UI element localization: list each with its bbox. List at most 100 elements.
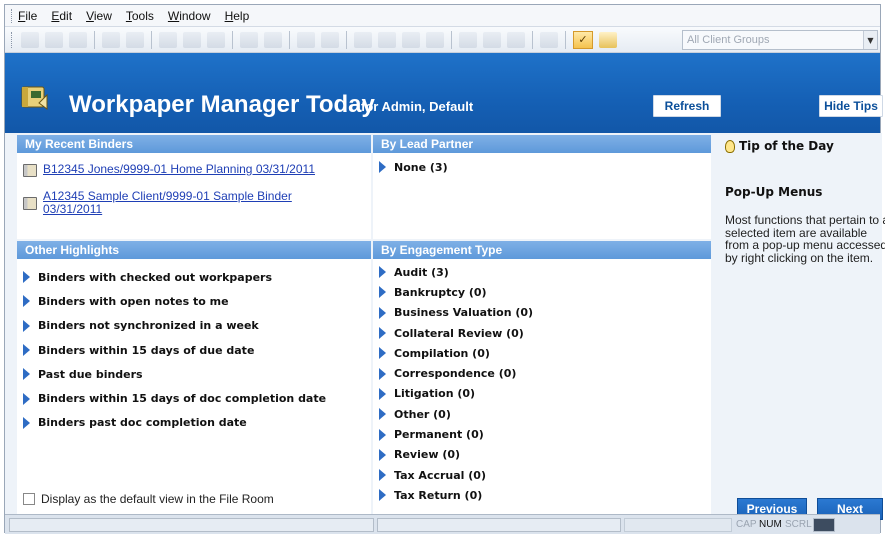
highlight-label[interactable]: Binders within 15 days of due date (38, 344, 254, 357)
highlight-item[interactable]: Binders not synchronized in a week (23, 314, 326, 338)
hide-tips-button[interactable]: Hide Tips (819, 95, 883, 117)
scroll-lock-indicator: SCRL (785, 519, 812, 530)
engagement-label[interactable]: Permanent (0) (394, 428, 484, 441)
engagement-item[interactable]: Bankruptcy (0) (379, 282, 533, 302)
menu-grip (11, 8, 14, 23)
engagement-item[interactable]: Review (0) (379, 445, 533, 465)
settings-icon[interactable] (402, 31, 420, 48)
engagement-item[interactable]: Tax Return (0) (379, 485, 533, 505)
paste-icon[interactable] (207, 31, 225, 48)
open-icon[interactable] (45, 31, 63, 48)
engagement-label[interactable]: Tax Accrual (0) (394, 469, 486, 482)
engagement-label[interactable]: Tax Return (0) (394, 489, 482, 502)
page-icon[interactable] (321, 31, 339, 48)
recent-binder-item[interactable]: A12345 Sample Client/9999-01 Sample Bind… (23, 190, 343, 216)
cut-icon[interactable] (159, 31, 177, 48)
highlight-item[interactable]: Binders within 15 days of due date (23, 338, 326, 362)
print-icon[interactable] (69, 31, 87, 48)
engagement-item[interactable]: Collateral Review (0) (379, 323, 533, 343)
triangle-right-icon (23, 344, 30, 357)
engagement-label[interactable]: Correspondence (0) (394, 367, 516, 380)
recent-binder-link[interactable]: B12345 Jones/9999-01 Home Planning 03/31… (43, 163, 315, 176)
highlight-item[interactable]: Binders within 15 days of doc completion… (23, 386, 326, 410)
client-group-select[interactable]: All Client Groups ▼ (682, 30, 878, 50)
engagement-label[interactable]: Compilation (0) (394, 347, 490, 360)
num-lock-indicator: NUM (759, 519, 782, 530)
triangle-right-icon (379, 161, 386, 173)
engagement-item[interactable]: Correspondence (0) (379, 363, 533, 383)
menu-edit[interactable]: Edit (51, 9, 72, 23)
export-icon[interactable] (540, 31, 558, 48)
highlight-item[interactable]: Binders with open notes to me (23, 289, 326, 313)
triangle-right-icon (379, 408, 386, 421)
menu-file[interactable]: File (18, 9, 37, 23)
binder-icon[interactable] (264, 31, 282, 48)
active-binder-icon[interactable]: ✓ (573, 30, 593, 49)
engagement-label[interactable]: Bankruptcy (0) (394, 286, 487, 299)
engagement-label[interactable]: Litigation (0) (394, 387, 475, 400)
lead-partner-item[interactable]: None (3) (379, 157, 448, 177)
engagement-item[interactable]: Audit (3) (379, 262, 533, 282)
menu-tools[interactable]: Tools (126, 9, 154, 23)
default-view-checkbox[interactable] (23, 493, 35, 505)
tip-heading: Pop-Up Menus (725, 185, 823, 199)
engagement-label[interactable]: Business Valuation (0) (394, 306, 533, 319)
highlight-item[interactable]: Binders past doc completion date (23, 411, 326, 435)
highlight-item[interactable]: Binders with checked out workpapers (23, 265, 326, 289)
filter-icon[interactable] (426, 31, 444, 48)
menu-window[interactable]: Window (168, 9, 211, 23)
triangle-right-icon (379, 489, 386, 502)
notes-icon[interactable] (599, 31, 617, 48)
engagement-item[interactable]: Compilation (0) (379, 343, 533, 363)
recent-binder-item[interactable]: B12345 Jones/9999-01 Home Planning 03/31… (23, 163, 315, 177)
tip-of-the-day-pane: Tip of the Day Pop-Up Menus Most functio… (721, 133, 885, 520)
engagement-label[interactable]: Other (0) (394, 408, 451, 421)
menu-help[interactable]: Help (225, 9, 250, 23)
toolbar-separator (94, 30, 95, 49)
lead-partner-header: By Lead Partner (373, 135, 711, 153)
highlight-label[interactable]: Binders within 15 days of doc completion… (38, 392, 326, 405)
lightbulb-icon (725, 139, 735, 153)
refresh-icon[interactable] (378, 31, 396, 48)
engagement-item[interactable]: Business Valuation (0) (379, 303, 533, 323)
triangle-right-icon (23, 368, 30, 381)
caps-lock-indicator: CAP (736, 519, 757, 530)
toolbar-grip (11, 31, 14, 48)
checkin-icon[interactable] (507, 31, 525, 48)
new-icon[interactable] (21, 31, 39, 48)
engagement-type-panel: Audit (3) Bankruptcy (0) Business Valuat… (373, 259, 711, 514)
engagement-label[interactable]: Audit (3) (394, 266, 449, 279)
engagement-item[interactable]: Permanent (0) (379, 424, 533, 444)
copy-icon[interactable] (183, 31, 201, 48)
edit-icon[interactable] (102, 31, 120, 48)
undo-icon[interactable] (126, 31, 144, 48)
highlight-label[interactable]: Binders with checked out workpapers (38, 271, 272, 284)
recent-binder-link[interactable]: A12345 Sample Client/9999-01 Sample Bind… (43, 190, 333, 216)
default-view-option[interactable]: Display as the default view in the File … (23, 492, 274, 506)
toolbar-separator (451, 30, 452, 49)
chevron-down-icon[interactable]: ▼ (863, 31, 877, 49)
tip-title-label: Tip of the Day (739, 139, 834, 153)
triangle-right-icon (379, 306, 386, 319)
highlight-label[interactable]: Binders with open notes to me (38, 295, 229, 308)
refresh-button[interactable]: Refresh (653, 95, 721, 117)
highlight-label[interactable]: Binders past doc completion date (38, 416, 247, 429)
engagement-item[interactable]: Other (0) (379, 404, 533, 424)
network-status-icon (813, 518, 835, 532)
document-icon[interactable] (297, 31, 315, 48)
checkout-icon[interactable] (459, 31, 477, 48)
sync-icon[interactable] (354, 31, 372, 48)
menu-view[interactable]: View (86, 9, 112, 23)
lead-partner-label[interactable]: None (3) (394, 161, 448, 174)
engagement-item[interactable]: Tax Accrual (0) (379, 465, 533, 485)
workpaper-icon[interactable] (240, 31, 258, 48)
highlight-label[interactable]: Binders not synchronized in a week (38, 319, 259, 332)
engagement-item[interactable]: Litigation (0) (379, 384, 533, 404)
user-icon[interactable] (483, 31, 501, 48)
engagement-label[interactable]: Collateral Review (0) (394, 327, 524, 340)
status-pane-controls (624, 518, 732, 532)
highlights-list: Binders with checked out workpapers Bind… (23, 265, 326, 435)
highlight-item[interactable]: Past due binders (23, 362, 326, 386)
highlight-label[interactable]: Past due binders (38, 368, 143, 381)
engagement-label[interactable]: Review (0) (394, 448, 460, 461)
